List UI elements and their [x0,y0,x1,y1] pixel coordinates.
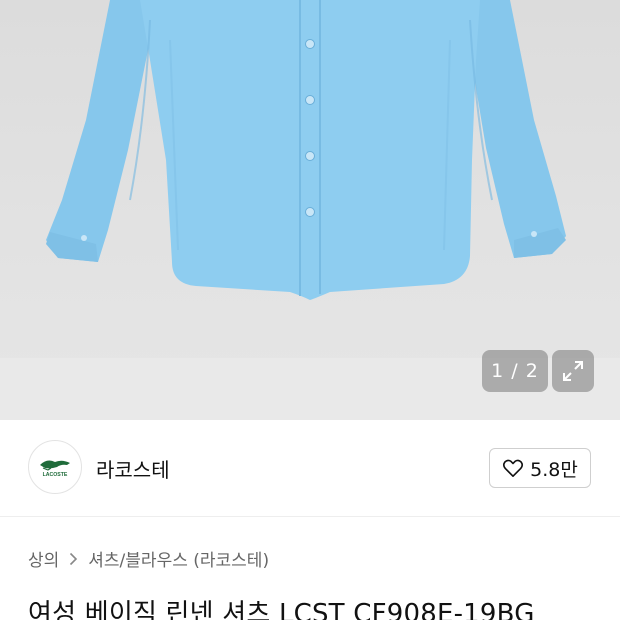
heart-outline-icon [503,459,524,477]
brand-row: LACOSTE 라코스테 5.8만 [0,420,620,516]
expand-arrows-icon [563,361,583,381]
crocodile-logo-icon: LACOSTE [40,460,70,478]
product-title: 여성 베이직 린넨 셔츠 LCST CF908E-19BG [28,599,535,620]
brand-logo-text: LACOSTE [43,472,68,478]
chevron-right-icon [70,552,78,565]
like-button[interactable]: 5.8만 [489,448,591,488]
section-divider [0,516,620,517]
pager-text: 1 / 2 [491,360,539,382]
breadcrumb: 상의 셔츠/블라우스 (라코스테) [28,546,269,571]
product-image-gallery[interactable]: 1 / 2 [0,0,620,420]
breadcrumb-item-top[interactable]: 상의 [28,546,59,571]
brand-logo[interactable]: LACOSTE [28,440,82,494]
like-count: 5.8만 [530,458,578,481]
breadcrumb-item-category[interactable]: 셔츠/블라우스 (라코스테) [88,546,269,571]
expand-image-button[interactable] [552,350,594,392]
image-pager-indicator: 1 / 2 [482,350,548,392]
product-detail-screen: 1 / 2 LACOSTE 라코스테 5.8만 상의 셔츠/블라우스 (라코스테… [0,0,620,620]
brand-name[interactable]: 라코스테 [96,454,170,483]
